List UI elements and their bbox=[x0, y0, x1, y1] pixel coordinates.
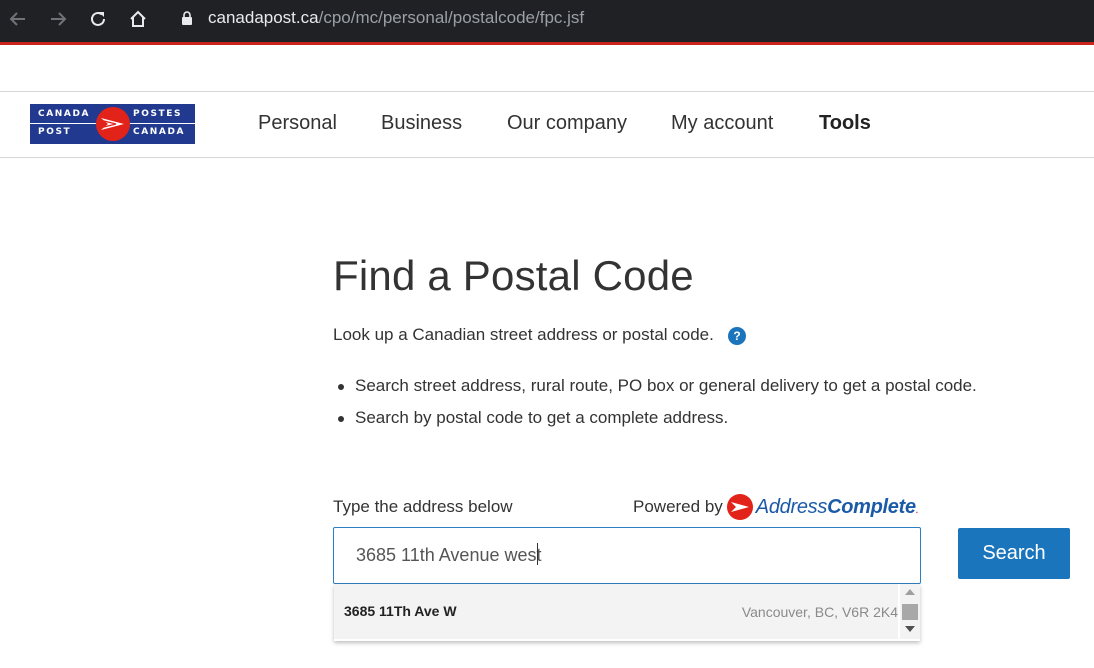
address-field-label: Type the address below bbox=[333, 497, 513, 516]
logo-text-canada-fr: CANADA bbox=[133, 127, 186, 137]
logo-text-post: POST bbox=[38, 127, 72, 137]
header-divider-top bbox=[0, 91, 1094, 92]
powered-by-addresscomplete: Powered by AddressComplete. bbox=[633, 493, 919, 521]
logo-text-canada: CANADA bbox=[38, 109, 91, 119]
back-icon[interactable] bbox=[7, 8, 29, 30]
addresscomplete-logo-icon bbox=[726, 494, 753, 520]
forward-icon[interactable] bbox=[47, 8, 69, 30]
address-bar[interactable]: canadapost.ca/cpo/mc/personal/postalcode… bbox=[208, 8, 584, 28]
nav-personal[interactable]: Personal bbox=[258, 112, 337, 135]
intro-text: Look up a Canadian street address or pos… bbox=[333, 325, 714, 344]
nav-our-company[interactable]: Our company bbox=[507, 112, 627, 135]
powered-by-text: Powered by bbox=[633, 497, 723, 516]
home-icon[interactable] bbox=[127, 8, 149, 30]
help-icon[interactable]: ? bbox=[728, 327, 746, 345]
suggestion-location: Vancouver, BC, V6R 2K4 bbox=[741, 604, 898, 620]
text-caret bbox=[537, 543, 538, 565]
nav-business[interactable]: Business bbox=[381, 112, 462, 135]
header-divider-bottom bbox=[0, 157, 1094, 158]
addresscomplete-wordmark: AddressComplete. bbox=[756, 496, 919, 519]
help-symbol: ? bbox=[733, 329, 741, 343]
search-button[interactable]: Search bbox=[958, 528, 1070, 579]
instructions-list: Search street address, rural route, PO b… bbox=[333, 376, 977, 440]
lock-icon bbox=[182, 11, 192, 25]
logo-text-postes: POSTES bbox=[133, 109, 183, 119]
suggestion-item[interactable]: 3685 11Th Ave W Vancouver, BC, V6R 2K4 bbox=[334, 584, 898, 639]
addresscomplete-word-complete: Complete bbox=[827, 495, 916, 518]
toolbar-accent-line bbox=[0, 42, 1094, 45]
address-search-input[interactable] bbox=[333, 527, 921, 584]
address-suggestions-dropdown: 3685 11Th Ave W Vancouver, BC, V6R 2K4 bbox=[334, 584, 920, 641]
list-item: Search by postal code to get a complete … bbox=[333, 408, 977, 440]
nav-tools[interactable]: Tools bbox=[819, 112, 871, 135]
scroll-down-arrow-icon[interactable] bbox=[905, 626, 915, 632]
scroll-thumb[interactable] bbox=[902, 604, 918, 620]
url-host: canadapost.ca bbox=[208, 8, 319, 27]
canada-post-emblem-icon bbox=[96, 107, 130, 141]
scroll-up-arrow-icon[interactable] bbox=[905, 589, 915, 595]
addresscomplete-dot: . bbox=[915, 501, 919, 516]
suggestion-address: 3685 11Th Ave W bbox=[344, 603, 457, 619]
page-title: Find a Postal Code bbox=[333, 252, 694, 299]
addresscomplete-word-address: Address bbox=[755, 495, 828, 518]
suggestions-scrollbar[interactable] bbox=[900, 584, 920, 639]
nav-my-account[interactable]: My account bbox=[671, 112, 773, 135]
list-item: Search street address, rural route, PO b… bbox=[333, 376, 977, 408]
url-path: /cpo/mc/personal/postalcode/fpc.jsf bbox=[318, 8, 585, 27]
reload-icon[interactable] bbox=[87, 8, 109, 30]
canada-post-logo[interactable]: CANADA POSTES POST CANADA bbox=[30, 104, 195, 144]
browser-toolbar: canadapost.ca/cpo/mc/personal/postalcode… bbox=[0, 0, 1094, 45]
